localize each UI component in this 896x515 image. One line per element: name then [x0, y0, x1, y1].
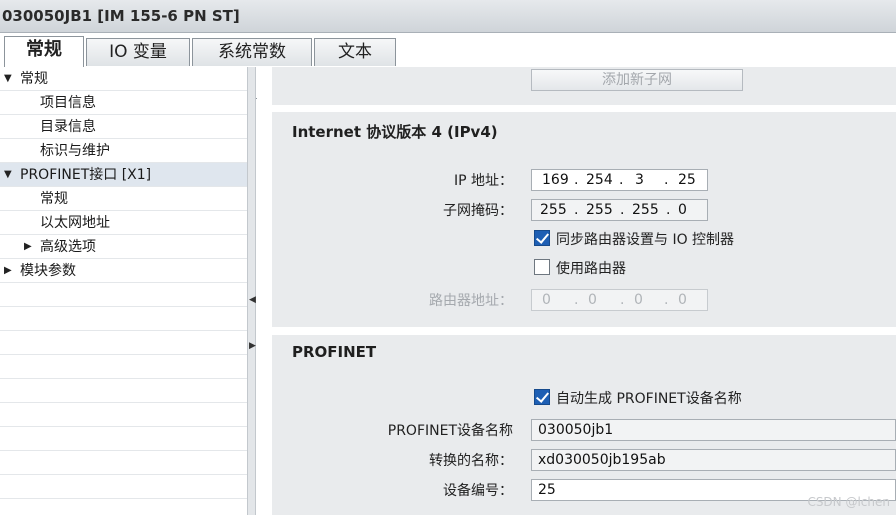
navigation-tree: ▼ 常规 项目信息 目录信息 标识与维护 ▼ PROFINET接口 [X1] 常…: [0, 67, 247, 515]
mask-octet-4: 0: [678, 202, 687, 218]
tree-item-ethernet-address[interactable]: 以太网地址: [0, 211, 247, 235]
watermark: CSDN @lchen: [807, 495, 890, 509]
tree-item-label: 项目信息: [40, 95, 96, 111]
tree-item-label: 常规: [20, 71, 48, 87]
mask-octet-3: 255: [632, 202, 659, 218]
tree-item-label: 模块参数: [20, 263, 76, 279]
tree-empty-row: [0, 355, 247, 379]
mask-dot: .: [574, 202, 579, 218]
ip-octet-2: 254: [586, 172, 613, 188]
sync-router-label: 同步路由器设置与 IO 控制器: [556, 232, 735, 248]
tab-bar: 常规 IO 变量 系统常数 文本: [0, 33, 896, 99]
tree-empty-row: [0, 427, 247, 451]
ipv4-section: Internet 协议版本 4 (IPv4) IP 地址： 169 . 254 …: [272, 112, 896, 327]
mask-octet-1: 255: [540, 202, 567, 218]
tree-item-interface-general[interactable]: 常规: [0, 187, 247, 211]
auto-generate-name-checkbox[interactable]: [534, 389, 550, 405]
collapse-left-icon[interactable]: ◀: [249, 295, 256, 305]
subnet-section: 添加新子网: [272, 67, 896, 105]
tree-empty-row: [0, 331, 247, 355]
device-name-label: PROFINET设备名称: [387, 423, 513, 439]
collapsed-arrow-icon[interactable]: ▶: [4, 259, 12, 283]
tree-empty-row: [0, 475, 247, 499]
tree-item-identification[interactable]: 标识与维护: [0, 139, 247, 163]
tree-empty-row: [0, 307, 247, 331]
profinet-section-title: PROFINET: [292, 343, 377, 361]
tree-empty-row: [0, 451, 247, 475]
ip-address-field[interactable]: 169 . 254 . 3 . 25: [531, 169, 708, 191]
subnet-mask-field[interactable]: 255 . 255 . 255 . 0: [531, 199, 708, 221]
tree-item-general[interactable]: ▼ 常规: [0, 67, 247, 91]
tree-item-project-info[interactable]: 项目信息: [0, 91, 247, 115]
tab-texts[interactable]: 文本: [314, 38, 396, 66]
collapsed-arrow-icon[interactable]: ▶: [24, 235, 32, 259]
tree-item-label: 目录信息: [40, 119, 96, 135]
device-number-label: 设备编号：: [443, 483, 513, 499]
tree-empty-row: [0, 403, 247, 427]
router-address-label: 路由器地址：: [429, 293, 513, 309]
tree-item-catalog-info[interactable]: 目录信息: [0, 115, 247, 139]
converted-name-field[interactable]: xd030050jb195ab: [531, 449, 896, 471]
router-octet-2: 0: [588, 292, 597, 308]
ip-address-label: IP 地址：: [453, 173, 513, 189]
mask-dot: .: [620, 202, 625, 218]
router-dot: .: [664, 292, 669, 308]
tree-item-label: PROFINET接口 [X1]: [20, 167, 152, 183]
ip-dot: .: [619, 172, 624, 188]
tree-item-profinet-interface[interactable]: ▼ PROFINET接口 [X1]: [0, 163, 247, 187]
panel-splitter[interactable]: ◀ ▶: [247, 67, 256, 515]
mask-octet-2: 255: [586, 202, 613, 218]
tree-item-label: 以太网地址: [40, 215, 110, 231]
window-title: 030050JB1 [IM 155-6 PN ST]: [0, 0, 896, 33]
router-octet-3: 0: [634, 292, 643, 308]
ip-octet-4: 25: [678, 172, 696, 188]
tree-item-label: 标识与维护: [40, 143, 110, 159]
auto-generate-name-label: 自动生成 PROFINET设备名称: [556, 391, 742, 407]
router-dot: .: [620, 292, 625, 308]
expanded-arrow-icon[interactable]: ▼: [4, 163, 12, 187]
device-name-field[interactable]: 030050jb1: [531, 419, 896, 441]
mask-dot: .: [666, 202, 671, 218]
converted-name-label: 转换的名称：: [429, 453, 513, 469]
tree-empty-row: [0, 283, 247, 307]
subnet-mask-label: 子网掩码：: [443, 203, 513, 219]
router-octet-1: 0: [542, 292, 551, 308]
tree-item-label: 常规: [40, 191, 68, 207]
profinet-section: PROFINET 自动生成 PROFINET设备名称 PROFINET设备名称 …: [272, 335, 896, 515]
tree-item-module-parameters[interactable]: ▶ 模块参数: [0, 259, 247, 283]
ip-dot: .: [574, 172, 579, 188]
tab-general[interactable]: 常规: [4, 36, 84, 67]
router-dot: .: [574, 292, 579, 308]
tree-item-advanced-options[interactable]: ▶ 高级选项: [0, 235, 247, 259]
tab-system-constants[interactable]: 系统常数: [192, 38, 312, 66]
ipv4-section-title: Internet 协议版本 4 (IPv4): [292, 123, 498, 141]
ip-octet-3: 3: [635, 172, 644, 188]
add-new-subnet-button[interactable]: 添加新子网: [531, 69, 743, 91]
tree-empty-row: [0, 379, 247, 403]
router-octet-4: 0: [678, 292, 687, 308]
tab-io-tags[interactable]: IO 变量: [86, 38, 190, 66]
sync-router-checkbox[interactable]: [534, 230, 550, 246]
use-router-checkbox[interactable]: [534, 259, 550, 275]
tree-item-label: 高级选项: [40, 239, 96, 255]
ip-octet-1: 169: [542, 172, 569, 188]
use-router-label: 使用路由器: [556, 261, 626, 277]
expanded-arrow-icon[interactable]: ▼: [4, 67, 12, 91]
router-address-field[interactable]: 0 . 0 . 0 . 0: [531, 289, 708, 311]
expand-right-icon[interactable]: ▶: [249, 341, 256, 351]
ip-dot: .: [664, 172, 669, 188]
properties-content: 添加新子网 Internet 协议版本 4 (IPv4) IP 地址： 169 …: [257, 67, 896, 515]
